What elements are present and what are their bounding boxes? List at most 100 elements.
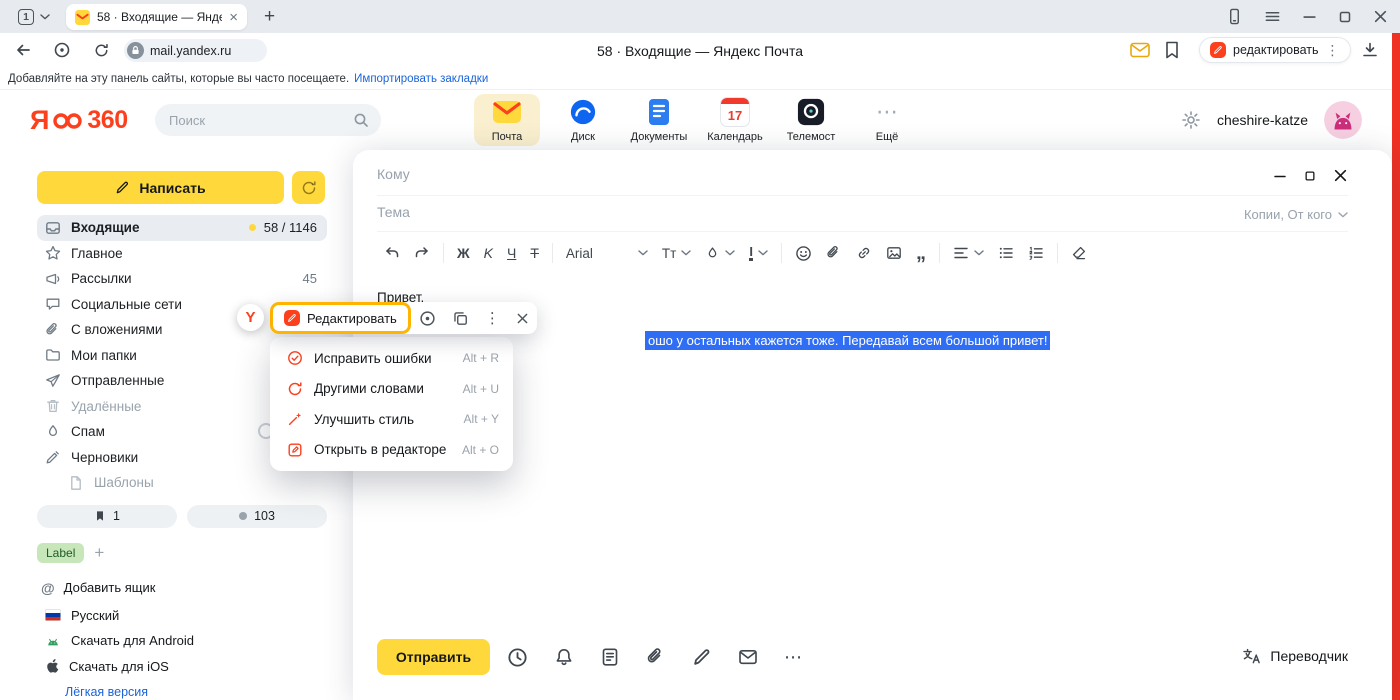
font-family-select[interactable]: Arial: [559, 237, 655, 269]
service-disk[interactable]: Диск: [550, 94, 616, 146]
tab-counter-button[interactable]: 1: [8, 4, 60, 29]
selected-text-line[interactable]: ошо у остальных кажется тоже. Передавай …: [645, 332, 1050, 350]
clear-formatting-button[interactable]: [1064, 237, 1094, 269]
bookmark-fill-icon: [94, 510, 106, 522]
bookmark-icon[interactable]: [1164, 41, 1180, 59]
service-more[interactable]: ⋯ Ещё: [854, 94, 920, 146]
document-icon: [68, 475, 84, 491]
yandex360-logo[interactable]: Я 360: [30, 105, 128, 136]
compose-minimize-icon[interactable]: [1273, 169, 1287, 183]
menu-item-fix-errors[interactable]: Исправить ошибки Alt + R: [270, 343, 513, 374]
browser-tab[interactable]: 58 · Входящие — Янде ×: [66, 4, 247, 30]
search-input[interactable]: [155, 113, 353, 128]
import-bookmarks-link[interactable]: Импортировать закладки: [354, 73, 488, 85]
download-ios-link[interactable]: Скачать для iOS: [20, 654, 350, 680]
bullet-list-button[interactable]: [991, 237, 1021, 269]
reload-icon[interactable]: [93, 42, 110, 59]
new-tab-button[interactable]: +: [256, 4, 283, 30]
popup-close-button[interactable]: [508, 312, 537, 325]
trash-icon: [45, 398, 61, 414]
highlight-color-select[interactable]: [698, 237, 742, 269]
device-sync-icon[interactable]: [1226, 8, 1243, 25]
download-android-link[interactable]: Скачать для Android: [20, 628, 350, 654]
align-select[interactable]: [946, 237, 991, 269]
window-close-icon[interactable]: [1373, 9, 1388, 24]
envelope-icon[interactable]: [738, 647, 758, 667]
unread-filter-pill[interactable]: 103: [187, 505, 327, 528]
refresh-button[interactable]: [292, 171, 325, 204]
menu-item-rephrase[interactable]: Другими словами Alt + U: [270, 374, 513, 405]
service-telemost[interactable]: Телемост: [778, 94, 844, 146]
more-options-icon[interactable]: ⋯: [784, 647, 803, 668]
service-mail[interactable]: Почта: [474, 94, 540, 146]
service-calendar[interactable]: 17 Календарь: [702, 94, 768, 146]
pen-icon[interactable]: [692, 647, 712, 667]
downloads-icon[interactable]: [1361, 41, 1379, 59]
folder-inbox[interactable]: Входящие 58 / 1146: [37, 215, 327, 241]
newsletters-count: 45: [303, 271, 317, 286]
schedule-send-icon[interactable]: [507, 647, 528, 668]
shortcut-label: Alt + U: [463, 382, 499, 396]
search-bar[interactable]: [155, 104, 381, 136]
window-minimize-icon[interactable]: [1302, 9, 1317, 24]
note-icon[interactable]: [600, 647, 620, 667]
copy-button[interactable]: [444, 310, 477, 327]
compose-button[interactable]: Написать: [37, 171, 284, 204]
add-mailbox-button[interactable]: @ Добавить ящик: [41, 580, 350, 596]
numbered-list-button[interactable]: [1021, 237, 1051, 269]
redo-button[interactable]: [407, 237, 437, 269]
menu-item-open-editor[interactable]: Открыть в редакторе Alt + O: [270, 435, 513, 466]
compose-expand-icon[interactable]: [1304, 170, 1316, 182]
tab-close-icon[interactable]: ×: [229, 10, 238, 25]
flame-icon: [45, 424, 61, 440]
light-version-link[interactable]: Лёгкая версия: [20, 679, 350, 700]
translator-button[interactable]: Переводчик: [1242, 647, 1348, 665]
window-maximize-icon[interactable]: [1338, 10, 1352, 24]
menu-item-improve-style[interactable]: Улучшить стиль Alt + Y: [270, 404, 513, 435]
strikethrough-button[interactable]: Т: [523, 237, 546, 269]
folder-main[interactable]: Главное: [37, 241, 327, 267]
mail-notifications-icon[interactable]: [1130, 42, 1150, 58]
underline-button[interactable]: Ч: [500, 237, 523, 269]
italic-button[interactable]: K: [477, 237, 500, 269]
read-aloud-button[interactable]: [411, 310, 444, 327]
ai-edit-button[interactable]: Редактировать: [270, 302, 411, 334]
send-button[interactable]: Отправить: [377, 639, 490, 675]
extension-editor-button[interactable]: редактировать ⋮: [1199, 37, 1351, 63]
bell-icon[interactable]: [554, 647, 574, 667]
bold-button[interactable]: Ж: [450, 237, 477, 269]
label-tag[interactable]: Label: [37, 543, 84, 563]
address-bar[interactable]: mail.yandex.ru: [124, 39, 267, 62]
compose-close-icon[interactable]: [1333, 168, 1348, 183]
unread-dot: [249, 224, 256, 231]
insert-image-button[interactable]: [879, 237, 909, 269]
sidebar-footer: Русский Скачать для Android Скачать для …: [20, 603, 350, 700]
cc-from-toggle[interactable]: Копии, От кого: [1244, 207, 1348, 222]
protect-icon[interactable]: [53, 41, 71, 59]
back-icon[interactable]: [14, 41, 32, 59]
saved-filter-pill[interactable]: 1: [37, 505, 177, 528]
draft-pencil-icon: [45, 449, 61, 465]
to-field[interactable]: Кому: [377, 166, 410, 182]
quote-button[interactable]: „: [909, 237, 933, 269]
folder-templates[interactable]: Шаблоны: [37, 470, 327, 496]
editor-toolbar: Ж K Ч Т Arial Tт I: [377, 234, 1094, 272]
browser-menu-icon[interactable]: [1264, 8, 1281, 25]
extension-menu-icon[interactable]: ⋮: [1326, 42, 1340, 59]
popup-more-button[interactable]: ⋮: [477, 309, 508, 327]
insert-link-button[interactable]: [849, 237, 879, 269]
add-label-button[interactable]: +: [94, 543, 104, 563]
avatar[interactable]: [1324, 101, 1362, 139]
subject-field[interactable]: Тема: [377, 204, 410, 220]
emoji-button[interactable]: [788, 237, 819, 269]
font-size-select[interactable]: Tт: [655, 237, 698, 269]
yandex-favicon-badge[interactable]: Y: [237, 304, 264, 331]
attach-button[interactable]: [819, 237, 849, 269]
language-selector[interactable]: Русский: [20, 603, 350, 629]
folder-newsletters[interactable]: Рассылки 45: [37, 266, 327, 292]
service-documents[interactable]: Документы: [626, 94, 692, 146]
attach-file-icon[interactable]: [646, 647, 666, 667]
settings-gear-icon[interactable]: [1181, 110, 1201, 130]
undo-button[interactable]: [377, 237, 407, 269]
text-color-select[interactable]: I: [742, 237, 775, 269]
